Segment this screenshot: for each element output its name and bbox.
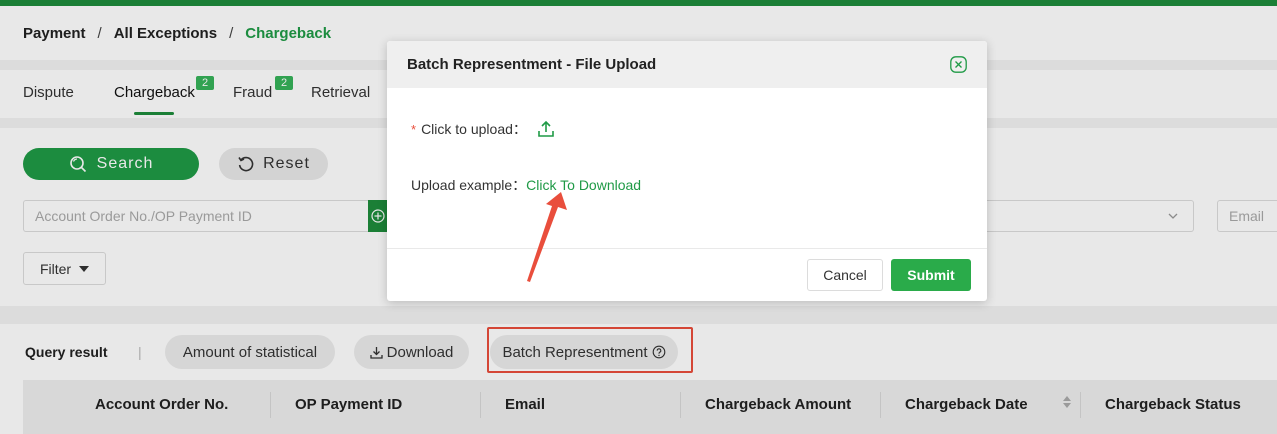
dialog-title: Batch Representment - File Upload (407, 56, 657, 73)
submit-button-label: Submit (907, 267, 955, 283)
download-example-link[interactable]: Click To Download (526, 177, 641, 193)
file-upload-dialog: Batch Representment - File Upload * Clic… (387, 41, 987, 301)
upload-example-label: Upload example： (411, 177, 527, 193)
dialog-footer-divider (387, 248, 987, 249)
cancel-button-label: Cancel (823, 267, 867, 283)
upload-example-row: Upload example：Click To Download (411, 175, 641, 195)
upload-label: Click to upload： (421, 121, 527, 137)
close-icon[interactable] (950, 56, 967, 73)
upload-icon[interactable] (537, 120, 555, 138)
cancel-button[interactable]: Cancel (807, 259, 883, 291)
upload-row: * Click to upload： (411, 119, 555, 139)
submit-button[interactable]: Submit (891, 259, 971, 291)
required-mark: * (411, 121, 417, 137)
